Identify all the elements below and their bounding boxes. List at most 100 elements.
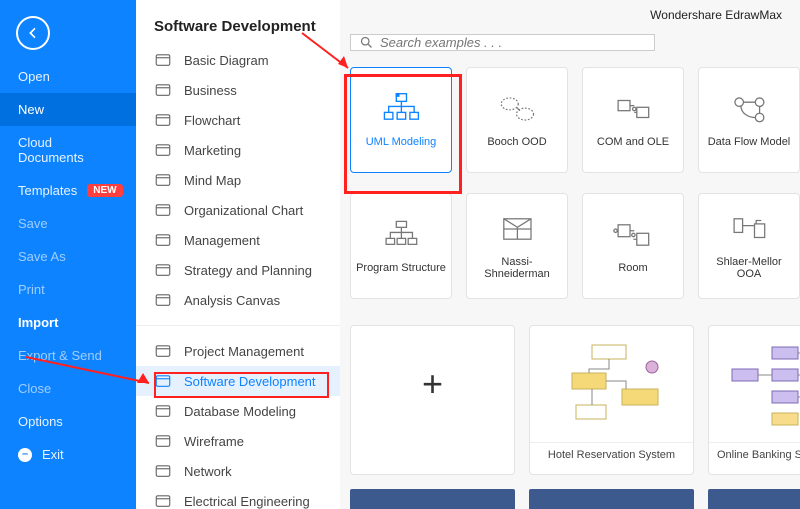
example-preview [709,326,800,442]
example-online-banking-sms-customer[interactable]: Online Banking Sms Customer [708,325,800,475]
category-icon [154,51,172,69]
category-label: Flowchart [184,113,328,128]
category-icon [154,141,172,159]
template-data-flow-model[interactable]: Data Flow Model [698,67,800,173]
category-label: Wireframe [184,434,328,449]
template-label: Booch OOD [483,136,550,148]
sidebar-item-cloud-documents[interactable]: Cloud Documents [0,126,136,174]
sidebar-item-label: Export & Send [18,348,102,363]
template-com-and-ole[interactable]: COM and OLE [582,67,684,173]
category-analysis-canvas[interactable]: Analysis Canvas [136,285,340,315]
example-caption: Online Banking Sms Customer [709,442,800,467]
category-basic-diagram[interactable]: Basic Diagram [136,45,340,75]
sidebar-item-export-send[interactable]: Export & Send [0,339,136,372]
sidebar-item-options[interactable]: Options [0,405,136,438]
new-badge: NEW [87,184,122,197]
page-title: Software Development [136,0,340,45]
sidebar-item-label: Templates [18,183,77,198]
category-label: Electrical Engineering [184,494,328,509]
category-organizational-chart[interactable]: Organizational Chart [136,195,340,225]
category-label: Network [184,464,328,479]
category-business[interactable]: Business [136,75,340,105]
template-label: Program Structure [352,262,450,274]
sidebar-item-templates[interactable]: Templates NEW [0,174,136,207]
category-marketing[interactable]: Marketing [136,135,340,165]
example-preview [530,326,693,442]
sidebar-item-import[interactable]: Import [0,306,136,339]
template-thumb-icon [612,92,654,126]
sidebar-item-exit[interactable]: –Exit [0,438,136,471]
category-icon [154,372,172,390]
template-booch-ood[interactable]: Booch OOD [466,67,568,173]
category-icon [154,492,172,509]
template-peek[interactable] [350,489,515,509]
template-program-structure[interactable]: Program Structure [350,193,452,299]
category-icon [154,111,172,129]
template-room[interactable]: Room [582,193,684,299]
category-mind-map[interactable]: Mind Map [136,165,340,195]
category-icon [154,462,172,480]
template-thumb-icon [728,92,770,126]
category-label: Organizational Chart [184,203,328,218]
left-sidebar: Open New Cloud Documents Templates NEW Save Sa… [0,0,136,509]
sidebar-item-new[interactable]: New [0,93,136,126]
template-thumb-icon [612,218,654,252]
exit-icon: – [18,448,32,462]
template-label: Room [614,262,651,274]
category-project-management[interactable]: Project Management [136,336,340,366]
category-label: Strategy and Planning [184,263,328,278]
category-electrical-engineering[interactable]: Electrical Engineering [136,486,340,509]
category-icon [154,342,172,360]
template-label: Nassi-Shneiderman [467,256,567,280]
sidebar-item-save[interactable]: Save [0,207,136,240]
example-hotel-reservation-system[interactable]: Hotel Reservation System [529,325,694,475]
back-button[interactable] [16,16,50,50]
category-management[interactable]: Management [136,225,340,255]
category-label: Business [184,83,328,98]
template-thumb-icon [380,92,422,126]
category-network[interactable]: Network [136,456,340,486]
category-software-development[interactable]: Software Development [136,366,340,396]
category-wireframe[interactable]: Wireframe [136,426,340,456]
main-panel: UML Modeling Booch OOD COM and OLE Data Flo… [340,0,800,509]
template-shlaer-mellor-ooa[interactable]: Shlaer-Mellor OOA [698,193,800,299]
sidebar-item-label: New [18,102,44,117]
template-label: COM and OLE [593,136,673,148]
template-nassi-shneiderman[interactable]: Nassi-Shneiderman [466,193,568,299]
example-caption: Hotel Reservation System [530,442,693,467]
search-input[interactable] [380,35,646,50]
template-label: Shlaer-Mellor OOA [699,256,799,280]
category-divider [136,325,340,326]
sidebar-item-label: Import [18,315,58,330]
sidebar-item-label: Save [18,216,48,231]
sidebar-item-save-as[interactable]: Save As [0,240,136,273]
category-label: Mind Map [184,173,328,188]
template-peek[interactable] [708,489,800,509]
template-peek[interactable] [529,489,694,509]
category-icon [154,231,172,249]
new-blank-template[interactable]: + [350,325,515,475]
category-icon [154,261,172,279]
template-thumb-icon [728,212,770,246]
category-label: Management [184,233,328,248]
category-strategy-and-planning[interactable]: Strategy and Planning [136,255,340,285]
category-database-modeling[interactable]: Database Modeling [136,396,340,426]
sidebar-item-label: Close [18,381,51,396]
category-flowchart[interactable]: Flowchart [136,105,340,135]
category-icon [154,201,172,219]
sidebar-item-label: Open [18,69,50,84]
sidebar-item-close[interactable]: Close [0,372,136,405]
template-uml-modeling[interactable]: UML Modeling [350,67,452,173]
category-label: Basic Diagram [184,53,328,68]
sidebar-item-open[interactable]: Open [0,60,136,93]
search-box[interactable] [350,34,655,51]
search-icon [359,35,374,50]
sidebar-item-label: Options [18,414,63,429]
category-label: Project Management [184,344,328,359]
template-thumb-icon [496,92,538,126]
category-icon [154,291,172,309]
sidebar-item-label: Save As [18,249,66,264]
sidebar-item-label: Exit [42,447,64,462]
sidebar-item-print[interactable]: Print [0,273,136,306]
category-icon [154,81,172,99]
